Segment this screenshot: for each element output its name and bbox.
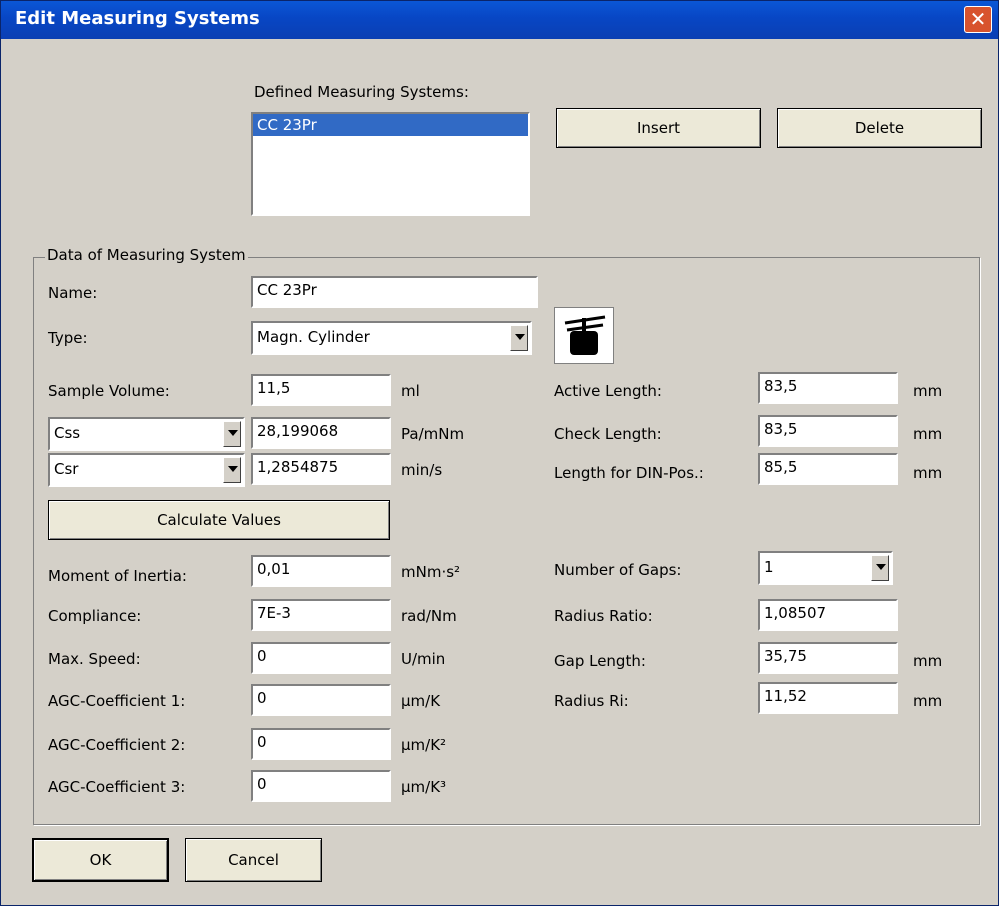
- csr-unit: min/s: [401, 461, 443, 479]
- check-length-label: Check Length:: [554, 425, 662, 443]
- chevron-down-icon[interactable]: [510, 325, 528, 351]
- css-field[interactable]: 28,199068: [251, 417, 391, 449]
- window-title: Edit Measuring Systems: [15, 8, 260, 29]
- moment-of-inertia-field[interactable]: 0,01: [251, 555, 391, 587]
- moment-of-inertia-unit: mNm·s²: [401, 563, 461, 581]
- active-length-field[interactable]: 83,5: [758, 372, 898, 404]
- chevron-down-icon[interactable]: [223, 421, 241, 447]
- number-of-gaps-dropdown[interactable]: 1: [758, 551, 893, 585]
- gap-length-unit: mm: [913, 652, 943, 670]
- dialog-client: Defined Measuring Systems: CC 23Pr Inser…: [1, 39, 998, 905]
- cylinder-geometry-icon: [554, 307, 614, 364]
- active-length-label: Active Length:: [554, 382, 662, 400]
- csr-field[interactable]: 1,2854875: [251, 453, 391, 485]
- max-speed-unit: U/min: [401, 650, 446, 668]
- agc-coefficient-1-label: AGC-Coefficient 1:: [48, 692, 186, 710]
- css-dropdown[interactable]: Css: [48, 417, 245, 451]
- name-label: Name:: [48, 284, 98, 302]
- sample-volume-label: Sample Volume:: [48, 382, 170, 400]
- radius-ri-unit: mm: [913, 692, 943, 710]
- data-group-title: Data of Measuring System: [45, 246, 248, 264]
- defined-systems-label: Defined Measuring Systems:: [254, 83, 469, 101]
- agc-coefficient-2-unit: µm/K²: [401, 736, 447, 754]
- type-label: Type:: [48, 329, 88, 347]
- calculate-values-button[interactable]: Calculate Values: [48, 500, 390, 540]
- compliance-field[interactable]: 7E-3: [251, 599, 391, 631]
- radius-ri-field[interactable]: 11,52: [758, 682, 898, 714]
- agc-coefficient-1-unit: µm/K: [401, 692, 441, 710]
- radius-ratio-field[interactable]: 1,08507: [758, 599, 898, 631]
- check-length-field[interactable]: 83,5: [758, 415, 898, 447]
- edit-measuring-systems-dialog: Edit Measuring Systems ✕ Defined Measuri…: [0, 0, 999, 906]
- number-of-gaps-value: 1: [764, 558, 774, 576]
- type-dropdown[interactable]: Magn. Cylinder: [251, 321, 532, 355]
- agc-coefficient-2-label: AGC-Coefficient 2:: [48, 736, 186, 754]
- insert-button[interactable]: Insert: [556, 108, 761, 148]
- gap-length-field[interactable]: 35,75: [758, 642, 898, 674]
- list-item[interactable]: CC 23Pr: [253, 114, 528, 136]
- chevron-down-icon[interactable]: [223, 457, 241, 483]
- sample-volume-field[interactable]: 11,5: [251, 374, 391, 406]
- agc-coefficient-2-field[interactable]: 0: [251, 728, 391, 760]
- agc-coefficient-3-field[interactable]: 0: [251, 770, 391, 802]
- agc-coefficient-3-unit: µm/K³: [401, 778, 447, 796]
- agc-coefficient-1-field[interactable]: 0: [251, 684, 391, 716]
- csr-dropdown-value: Csr: [54, 460, 79, 478]
- chevron-down-icon[interactable]: [871, 555, 889, 581]
- din-pos-length-field[interactable]: 85,5: [758, 453, 898, 485]
- delete-button[interactable]: Delete: [777, 108, 982, 148]
- sample-volume-unit: ml: [401, 382, 420, 400]
- number-of-gaps-label: Number of Gaps:: [554, 561, 682, 579]
- defined-systems-list[interactable]: CC 23Pr: [251, 112, 530, 216]
- compliance-label: Compliance:: [48, 607, 142, 625]
- title-bar[interactable]: Edit Measuring Systems ✕: [1, 1, 998, 39]
- moment-of-inertia-label: Moment of Inertia:: [48, 567, 187, 585]
- max-speed-field[interactable]: 0: [251, 642, 391, 674]
- ok-button[interactable]: OK: [32, 838, 169, 882]
- din-pos-length-label: Length for DIN-Pos.:: [554, 464, 704, 482]
- radius-ri-label: Radius Ri:: [554, 692, 629, 710]
- css-dropdown-value: Css: [54, 424, 81, 442]
- close-icon[interactable]: ✕: [964, 6, 992, 33]
- type-dropdown-value: Magn. Cylinder: [257, 328, 370, 346]
- cancel-button[interactable]: Cancel: [185, 838, 322, 882]
- max-speed-label: Max. Speed:: [48, 650, 141, 668]
- din-pos-length-unit: mm: [913, 464, 943, 482]
- radius-ratio-label: Radius Ratio:: [554, 607, 653, 625]
- check-length-unit: mm: [913, 425, 943, 443]
- gap-length-label: Gap Length:: [554, 652, 646, 670]
- csr-dropdown[interactable]: Csr: [48, 453, 245, 487]
- compliance-unit: rad/Nm: [401, 607, 457, 625]
- agc-coefficient-3-label: AGC-Coefficient 3:: [48, 778, 186, 796]
- active-length-unit: mm: [913, 382, 943, 400]
- name-field[interactable]: CC 23Pr: [251, 276, 538, 308]
- css-unit: Pa/mNm: [401, 425, 465, 443]
